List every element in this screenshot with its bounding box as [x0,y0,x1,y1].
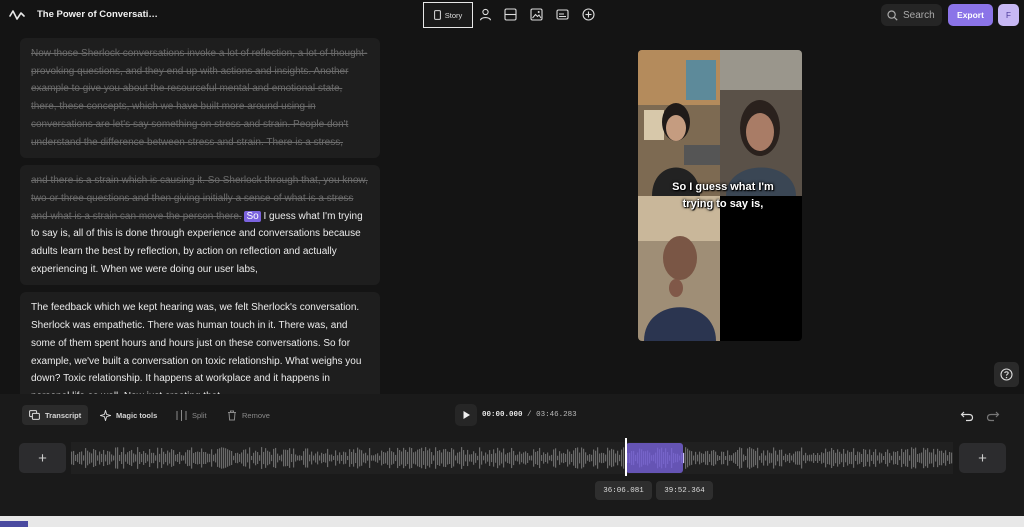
redo-icon[interactable] [986,408,1000,422]
split-icon [176,409,187,421]
transcript-block[interactable]: The feedback which we kept hearing was, … [20,292,380,394]
image-icon[interactable] [530,8,543,21]
story-label: Story [444,10,463,20]
transcript-text[interactable]: The feedback which we kept hearing was, … [31,302,361,394]
user-icon[interactable] [479,8,492,21]
magic-tools-label: Magic tools [116,410,158,420]
magic-tools-button[interactable]: Magic tools [100,405,157,425]
transcript-block[interactable]: and there is a strain which is causing i… [20,165,380,286]
search-button[interactable]: Search [881,4,942,26]
current-time: 00:00.000 [482,411,523,419]
play-button[interactable] [455,404,477,426]
help-button[interactable] [994,362,1019,387]
video-preview[interactable]: So I guess what I'm trying to say is, [638,50,802,341]
captions-icon[interactable] [556,8,569,21]
time-separator: / [527,411,532,419]
current-word-highlight[interactable]: So [244,210,261,222]
waveform [71,447,953,469]
speaker-three-tile [638,196,720,341]
waveform-logo-icon[interactable] [9,8,25,22]
transcript-panel: Now those Sherlock conversations invoke … [20,38,380,394]
removed-text[interactable]: Now those Sherlock conversations invoke … [31,48,367,148]
taskbar [0,516,1024,527]
avatar[interactable]: F [998,4,1019,26]
caption-line-1: So I guess what I'm [672,181,774,193]
transcript-block[interactable]: Now those Sherlock conversations invoke … [20,38,380,159]
selection-start-time: 36:06.081 [595,481,652,500]
speaker-two-tile [720,50,802,196]
transcript-tab-label: Transcript [45,410,82,420]
export-button[interactable]: Export [948,4,993,26]
selection-end-time: 39:52.364 [656,481,713,500]
phone-icon [433,10,441,20]
sparkle-icon [100,409,111,421]
waveform-track[interactable] [71,442,953,474]
video-caption: So I guess what I'm trying to say is, [648,179,798,213]
selected-segment[interactable] [626,443,683,473]
add-clip-start-button[interactable]: + [19,443,66,473]
story-view-button[interactable]: Story [423,2,473,28]
help-icon [1000,368,1013,381]
split-label: Split [192,410,207,420]
add-circle-icon[interactable] [582,8,595,21]
search-label: Search [903,9,935,21]
play-icon [463,411,470,419]
add-clip-end-button[interactable]: + [959,443,1006,473]
total-duration: 03:46.283 [536,411,577,419]
transcript-icon [29,410,40,420]
remove-button[interactable]: Remove [227,405,270,425]
layout-icon[interactable] [504,8,517,21]
remove-label: Remove [242,410,270,420]
taskbar-indicator [0,521,28,527]
caption-line-2: trying to say is, [682,198,764,210]
trash-icon [228,410,236,420]
split-button[interactable]: Split [176,405,207,425]
playhead[interactable] [625,438,627,476]
transcript-tab[interactable]: Transcript [22,405,89,425]
search-icon [887,9,898,21]
project-title[interactable]: The Power of Conversati… [37,9,158,20]
speaker-one-tile [638,50,720,196]
playback-time: 00:00.000 / 03:46.283 [482,411,577,419]
undo-icon[interactable] [960,408,974,422]
